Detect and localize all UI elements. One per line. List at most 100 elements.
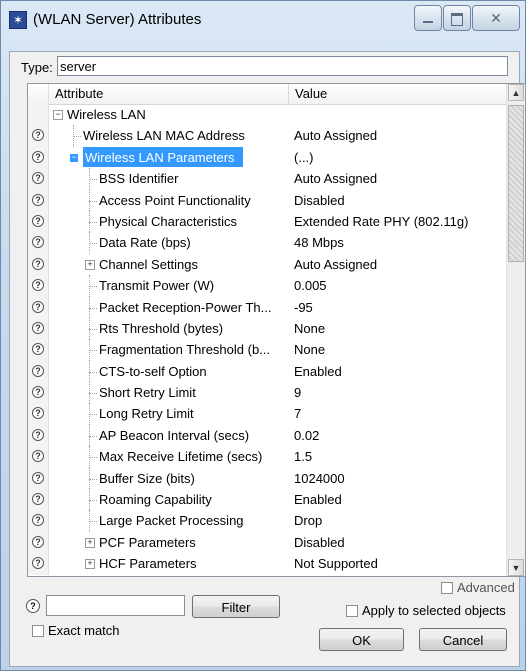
attribute-cell[interactable]: Roaming Capability [49,489,289,511]
table-row[interactable]: ? Max Receive Lifetime (secs) 1.5 [28,446,506,468]
vertical-scrollbar[interactable]: ▲ ▼ [506,84,525,576]
table-row[interactable]: ? Access Point Functionality Disabled [28,189,506,211]
expand-icon[interactable]: + [85,559,95,570]
attribute-cell[interactable]: + PCF Parameters [49,532,289,553]
collapse-icon[interactable]: − [69,152,79,163]
collapse-icon[interactable]: − [53,110,63,120]
attribute-cell[interactable]: Buffer Size (bits) [49,467,289,490]
table-row[interactable]: ? Wireless LAN MAC Address Auto Assigned [28,125,506,147]
help-icon[interactable]: ? [32,279,44,292]
table-row[interactable]: ? Long Retry Limit 7 [28,403,506,425]
attribute-cell[interactable]: Data Rate (bps) [49,232,289,254]
minimize-button[interactable] [414,5,442,31]
scroll-up-button[interactable]: ▲ [508,84,524,101]
attribute-cell[interactable]: Packet Reception-Power Th... [49,296,289,318]
value-cell[interactable]: (...) [290,147,510,168]
attribute-cell[interactable]: AP Beacon Interval (secs) [49,424,289,447]
table-row[interactable]: ? Roaming Capability Enabled [28,489,506,511]
table-row[interactable]: ? Data Rate (bps) 48 Mbps [28,232,506,254]
help-icon[interactable]: ? [32,535,44,548]
attribute-cell[interactable]: Max Receive Lifetime (secs) [49,446,289,468]
header-value[interactable]: Value [289,84,506,104]
table-row[interactable]: ? − Wireless LAN Parameters (...) [28,146,506,169]
help-icon[interactable]: ? [32,193,44,206]
value-cell[interactable]: -95 [290,297,510,318]
value-cell[interactable]: Auto Assigned [290,168,510,189]
table-row[interactable]: ? Buffer Size (bits) 1024000 [28,467,506,490]
help-icon[interactable]: ? [32,343,44,356]
table-row[interactable]: ? Transmit Power (W) 0.005 [28,275,506,297]
value-cell[interactable]: None [290,318,510,339]
value-cell[interactable]: Not Supported [290,553,510,574]
value-cell[interactable]: 0.005 [290,275,510,296]
help-icon[interactable]: ? [32,300,44,313]
value-cell[interactable]: 9 [290,382,510,403]
attribute-cell[interactable]: Large Packet Processing [49,510,289,532]
value-cell[interactable]: 1024000 [290,468,510,489]
attribute-cell[interactable]: Fragmentation Threshold (b... [49,339,289,361]
value-cell[interactable]: Disabled [290,532,510,553]
table-row[interactable]: ? CTS-to-self Option Enabled [28,360,506,383]
ok-button[interactable]: OK [319,628,404,651]
close-button[interactable]: ✕ [472,5,520,31]
value-cell[interactable]: Auto Assigned [290,254,510,275]
table-row[interactable]: ? Large Packet Processing Drop [28,510,506,532]
value-cell[interactable]: Drop [290,510,510,531]
header-attribute[interactable]: Attribute [49,84,289,104]
value-cell[interactable]: Enabled [290,361,510,382]
help-icon[interactable]: ? [32,471,44,484]
help-icon[interactable]: ? [32,407,44,420]
help-icon[interactable]: ? [32,364,44,377]
value-cell[interactable]: Auto Assigned [290,125,510,146]
expand-icon[interactable]: + [85,537,95,548]
apply-selected-checkbox[interactable] [346,605,358,617]
expand-icon[interactable]: + [85,259,95,270]
table-row[interactable]: ? BSS Identifier Auto Assigned [28,168,506,190]
table-row[interactable]: ? AP Beacon Interval (secs) 0.02 [28,424,506,447]
attribute-cell[interactable]: − Wireless LAN [49,104,289,125]
value-cell[interactable] [290,104,510,125]
attribute-cell[interactable]: + Channel Settings [49,254,289,275]
attribute-cell[interactable]: Wireless LAN MAC Address [49,125,289,147]
scroll-down-button[interactable]: ▼ [508,559,524,576]
help-icon[interactable]: ? [26,599,40,613]
attribute-cell[interactable]: Long Retry Limit [49,403,289,425]
cancel-button[interactable]: Cancel [419,628,507,651]
type-field[interactable] [57,56,508,76]
help-icon[interactable]: ? [32,257,44,270]
attribute-cell[interactable]: Short Retry Limit [49,382,289,404]
help-icon[interactable]: ? [32,214,44,227]
table-row[interactable]: ? Fragmentation Threshold (b... None [28,339,506,361]
table-row[interactable]: ? Physical Characteristics Extended Rate P… [28,210,506,233]
maximize-button[interactable] [443,5,471,31]
attribute-cell[interactable]: BSS Identifier [49,168,289,190]
scroll-thumb[interactable] [508,105,524,262]
help-icon[interactable]: ? [32,493,44,506]
value-cell[interactable]: 1.5 [290,446,510,467]
table-row[interactable]: ? + PCF Parameters Disabled [28,531,506,554]
value-cell[interactable]: None [290,339,510,360]
exact-match-checkbox[interactable] [32,625,44,637]
table-row[interactable]: ? + Channel Settings Auto Assigned [28,253,506,276]
help-icon[interactable]: ? [32,557,44,570]
value-cell[interactable]: Enabled [290,489,510,510]
attribute-cell[interactable]: Rts Threshold (bytes) [49,317,289,340]
value-cell[interactable]: 48 Mbps [290,232,510,253]
attribute-cell[interactable]: + HCF Parameters [49,553,289,574]
help-icon[interactable]: ? [32,172,44,185]
value-cell[interactable]: 0.02 [290,425,510,446]
value-cell[interactable]: 7 [290,403,510,424]
table-row[interactable]: ? Short Retry Limit 9 [28,382,506,404]
title-bar[interactable]: ✶ (WLAN Server) Attributes ✕ [1,1,525,51]
attribute-cell[interactable]: CTS-to-self Option [49,360,289,383]
table-row[interactable]: − Wireless LAN [28,104,506,126]
help-icon[interactable]: ? [32,514,44,527]
value-cell[interactable]: Disabled [290,190,510,211]
attribute-cell[interactable]: − Wireless LAN Parameters [49,146,289,168]
help-icon[interactable]: ? [32,450,44,463]
table-row[interactable]: ? Packet Reception-Power Th... -95 [28,296,506,318]
help-icon[interactable]: ? [32,321,44,334]
attribute-cell[interactable]: Access Point Functionality [49,189,289,211]
help-icon[interactable]: ? [32,386,44,399]
attribute-cell[interactable]: Physical Characteristics [49,210,289,233]
